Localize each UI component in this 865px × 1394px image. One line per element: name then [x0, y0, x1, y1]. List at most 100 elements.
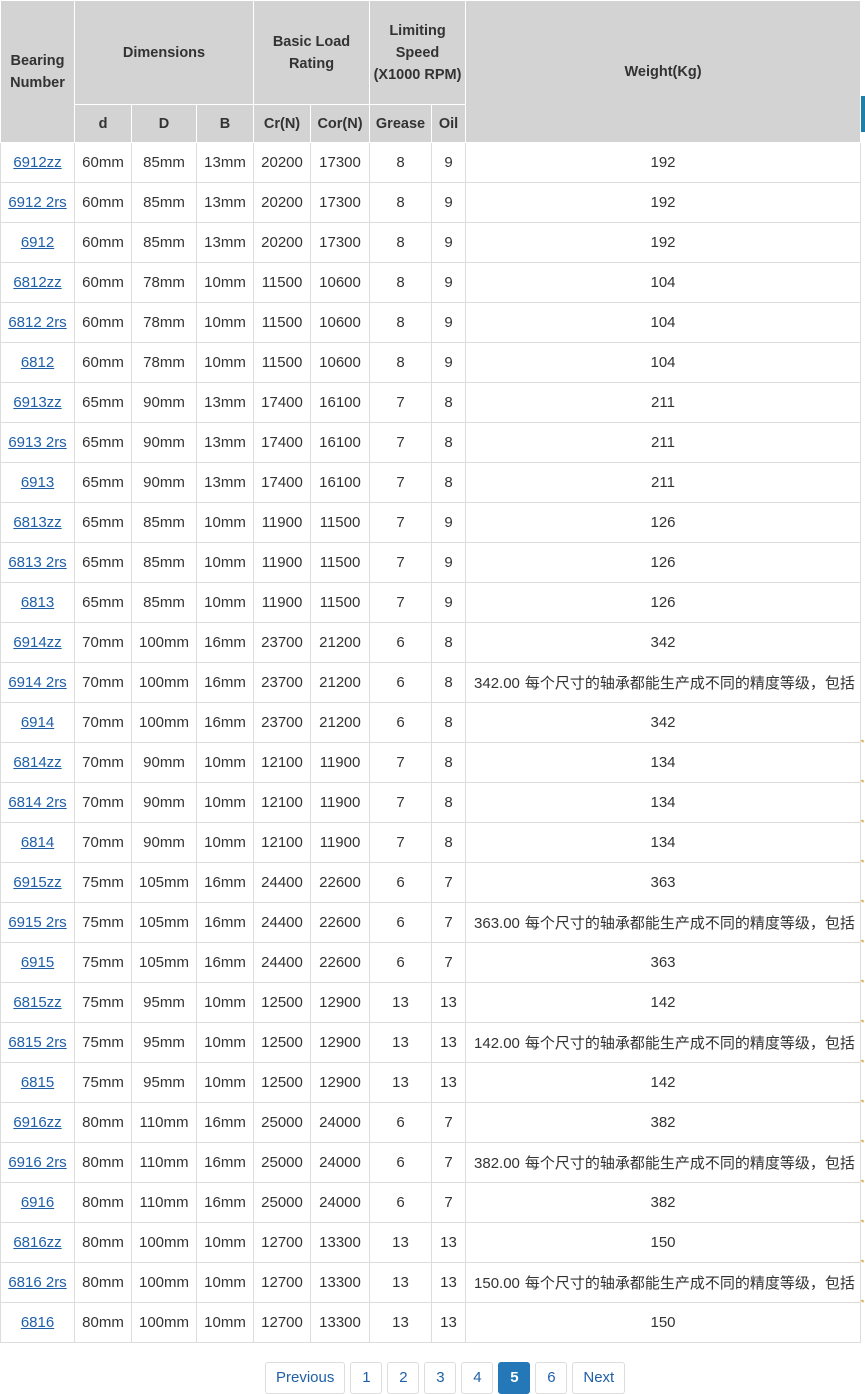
bearing-number-link[interactable]: 6916 2rs: [8, 1154, 66, 1171]
col-header-weight: Weight(Kg): [465, 0, 862, 143]
bearing-number-link[interactable]: 6914zz: [13, 634, 61, 651]
bearing-number-link[interactable]: 6916: [21, 1194, 54, 1211]
cell-grease: 13: [369, 982, 432, 1023]
bearing-table-container: Bearing Number Dimensions Basic Load Rat…: [0, 0, 865, 1343]
cell-d: 60mm: [74, 142, 132, 183]
cell-b: 16mm: [196, 622, 254, 663]
bearing-number-link[interactable]: 6812: [21, 354, 54, 371]
bearing-number-cell: 6813 2rs: [0, 542, 75, 583]
weight-note: 每个尺寸的轴承都能生产成不同的精度等级，包括: [524, 675, 855, 692]
bearing-number-link[interactable]: 6814zz: [13, 754, 61, 771]
bearing-number-link[interactable]: 6916zz: [13, 1114, 61, 1131]
cell-d: 75mm: [74, 862, 132, 903]
page-3-button[interactable]: 3: [424, 1362, 457, 1394]
cell-grease: 7: [369, 382, 432, 423]
cell-d: 85mm: [131, 182, 197, 223]
bearing-number-link[interactable]: 6913 2rs: [8, 434, 66, 451]
bearing-number-cell: 6813zz: [0, 502, 75, 543]
weight-value: 142: [650, 994, 676, 1011]
table-row: 6915 2rs 75mm 105mm 16mm 24400 22600 6 7 363.00 每…: [0, 902, 862, 943]
bearing-number-link[interactable]: 6814 2rs: [8, 794, 66, 811]
cell-b: 10mm: [196, 342, 254, 383]
page-6-button[interactable]: 6: [535, 1362, 568, 1394]
weight-cell: 363: [465, 862, 862, 903]
bearing-number-link[interactable]: 6914: [21, 714, 54, 731]
cell-b: 13mm: [196, 382, 254, 423]
bearing-number-link[interactable]: 6813: [21, 594, 54, 611]
dimensions-header-label: Dimensions: [122, 44, 206, 61]
cell-b: 10mm: [196, 1222, 254, 1263]
bearing-number-link[interactable]: 6816: [21, 1314, 54, 1331]
bearing-number-cell: 6914zz: [0, 622, 75, 663]
bearing-number-link[interactable]: 6815zz: [13, 994, 61, 1011]
bearing-number-link[interactable]: 6816zz: [13, 1234, 61, 1251]
weight-cell: 126: [465, 582, 862, 623]
cell-cor: 24000: [310, 1102, 370, 1143]
bearing-number-cell: 6912 2rs: [0, 182, 75, 223]
cell-cr: 23700: [253, 622, 311, 663]
bearing-number-link[interactable]: 6815: [21, 1074, 54, 1091]
cell-cor: 22600: [310, 942, 370, 983]
table-row: 6813 2rs 65mm 85mm 10mm 11900 11500 7 9 126: [0, 542, 862, 583]
bearing-number-cell: 6916 2rs: [0, 1142, 75, 1183]
bearing-number-link[interactable]: 6813 2rs: [8, 554, 66, 571]
cell-d: 60mm: [74, 182, 132, 223]
table-row: 6912 60mm 85mm 13mm 20200 17300 8 9 192: [0, 222, 862, 263]
page-4-button[interactable]: 4: [461, 1362, 494, 1394]
bearing-number-link[interactable]: 6915 2rs: [8, 914, 66, 931]
weight-cell: 342.00 每个尺寸的轴承都能生产成不同的精度等级，包括: [465, 662, 862, 703]
weight-header-label: Weight(Kg): [624, 63, 702, 80]
weight-cell: 150.00 每个尺寸的轴承都能生产成不同的精度等级，包括: [465, 1262, 862, 1303]
cell-d: 65mm: [74, 502, 132, 543]
cell-cor: 16100: [310, 382, 370, 423]
cell-d: 85mm: [131, 582, 197, 623]
page-5-button-current[interactable]: 5: [498, 1362, 531, 1394]
weight-cell: 382.00 每个尺寸的轴承都能生产成不同的精度等级，包括: [465, 1142, 862, 1183]
page-1-button[interactable]: 1: [350, 1362, 383, 1394]
table-row: 6812 2rs 60mm 78mm 10mm 11500 10600 8 9 104: [0, 302, 862, 343]
weight-cell: 192: [465, 222, 862, 263]
cell-cor: 17300: [310, 222, 370, 263]
cell-cr: 17400: [253, 462, 311, 503]
cell-b: 10mm: [196, 1262, 254, 1303]
bearing-number-link[interactable]: 6913zz: [13, 394, 61, 411]
subheader-B: B: [196, 104, 254, 143]
bearing-number-link[interactable]: 6912zz: [13, 154, 61, 171]
bearing-number-link[interactable]: 6915: [21, 954, 54, 971]
cell-d: 105mm: [131, 862, 197, 903]
cell-cor: 12900: [310, 982, 370, 1023]
weight-value: 211: [651, 434, 675, 451]
cell-b: 10mm: [196, 582, 254, 623]
cell-grease: 7: [369, 502, 432, 543]
weight-value: 363: [650, 874, 676, 891]
cell-oil: 9: [430, 342, 467, 383]
subheader-grease: Grease: [369, 104, 432, 143]
bearing-number-link[interactable]: 6912 2rs: [8, 194, 66, 211]
bearing-number-link[interactable]: 6814: [21, 834, 54, 851]
table-row: 6916zz 80mm 110mm 16mm 25000 24000 6 7 382: [0, 1102, 862, 1143]
cell-cor: 16100: [310, 422, 370, 463]
bearing-number-link[interactable]: 6812 2rs: [8, 314, 66, 331]
cell-cor: 22600: [310, 862, 370, 903]
bearing-number-link[interactable]: 6914 2rs: [8, 674, 66, 691]
page-2-button[interactable]: 2: [387, 1362, 420, 1394]
bearing-number-link[interactable]: 6816 2rs: [8, 1274, 66, 1291]
bearing-number-link[interactable]: 6813zz: [13, 514, 61, 531]
weight-value: 126: [650, 594, 676, 611]
cell-d: 90mm: [131, 382, 197, 423]
cell-cr: 11900: [253, 582, 311, 623]
cell-cor: 21200: [310, 662, 370, 703]
next-page-button[interactable]: Next: [572, 1362, 626, 1394]
cell-cor: 11500: [310, 502, 370, 543]
bearing-number-cell: 6815zz: [0, 982, 75, 1023]
bearing-number-link[interactable]: 6812zz: [13, 274, 61, 291]
bearing-number-link[interactable]: 6815 2rs: [8, 1034, 66, 1051]
cell-oil: 9: [430, 142, 467, 183]
table-row: 6813 65mm 85mm 10mm 11900 11500 7 9 126: [0, 582, 862, 623]
bearing-number-link[interactable]: 6912: [21, 234, 54, 251]
bearing-number-link[interactable]: 6915zz: [13, 874, 61, 891]
cell-cr: 11500: [253, 262, 311, 303]
bearing-number-link[interactable]: 6913: [21, 474, 54, 491]
cell-d: 70mm: [74, 782, 132, 823]
previous-page-button[interactable]: Previous: [265, 1362, 346, 1394]
